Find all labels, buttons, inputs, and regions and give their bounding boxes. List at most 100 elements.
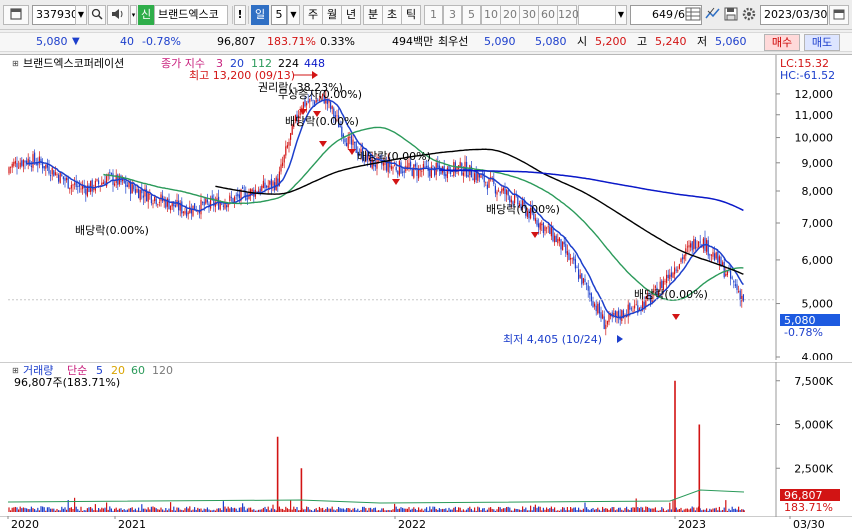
volume-bar <box>157 509 159 512</box>
candle-body <box>42 163 44 169</box>
calendar-button[interactable] <box>829 5 849 25</box>
stock-code-input[interactable]: 337930 <box>32 5 78 25</box>
data-fetch-button[interactable] <box>684 5 702 25</box>
volume-bar <box>46 507 48 512</box>
volume-bar <box>432 506 434 512</box>
volume-bar <box>290 500 292 512</box>
volume-bar <box>338 506 340 512</box>
volume-bar <box>546 507 548 512</box>
interval-dropdown[interactable]: ▼ <box>615 5 627 25</box>
interval-5-button[interactable]: 5 <box>462 5 481 25</box>
stock-name-field[interactable]: 브랜드엑스코 <box>154 5 228 25</box>
price-chart[interactable]: 4,000 5,000 6,000 7,000 8,000 9,000 10,000 11,0… <box>0 55 852 360</box>
period-monthly-button[interactable]: 월 <box>322 5 342 25</box>
volume-bar <box>246 508 248 512</box>
candle-body <box>467 175 469 177</box>
volume-bar <box>251 509 253 512</box>
price-tick-label: 9,000 <box>802 157 834 170</box>
trade-amount: 494백만 <box>392 35 434 48</box>
window-icon <box>10 8 22 20</box>
volume-bar <box>256 510 258 512</box>
price-tick-label: 7,000 <box>802 217 834 230</box>
period-weekly-button[interactable]: 주 <box>303 5 323 25</box>
buy-button[interactable]: 매수 <box>764 34 800 51</box>
sell-button[interactable]: 매도 <box>804 34 840 51</box>
settings-button[interactable] <box>740 5 758 25</box>
candle-body <box>629 303 631 310</box>
interval-1-button[interactable]: 1 <box>424 5 443 25</box>
interval-10-button[interactable]: 10 <box>481 5 501 25</box>
candle-body <box>715 252 717 259</box>
date-input[interactable]: 2023/03/30 <box>760 5 828 25</box>
volume-bar <box>357 508 359 512</box>
volume-bar <box>394 503 396 512</box>
volume-bar <box>414 508 416 512</box>
period-minute-button[interactable]: 분 <box>363 5 383 25</box>
candle-body <box>69 187 71 190</box>
volume-bar <box>622 510 624 512</box>
chart-area[interactable]: 4,000 5,000 6,000 7,000 8,000 9,000 10,000 11,0… <box>0 54 852 529</box>
interval-120-button[interactable]: 120 <box>557 5 579 25</box>
candle-body <box>221 203 223 205</box>
volume-bars <box>8 380 745 512</box>
candle-body <box>669 274 671 280</box>
search-button[interactable] <box>88 5 106 25</box>
candle-body <box>272 181 274 186</box>
candle-body <box>635 304 637 306</box>
candle-body <box>181 201 183 214</box>
code-dropdown[interactable]: ▼ <box>75 5 87 25</box>
period-yearly-button[interactable]: 년 <box>341 5 361 25</box>
candle-body <box>688 245 690 248</box>
candle-body <box>400 162 402 174</box>
volume-bar <box>533 506 535 512</box>
save-button[interactable] <box>722 5 740 25</box>
volume-bar <box>510 510 512 512</box>
interval-custom-input[interactable] <box>578 5 616 25</box>
candle-body <box>541 223 543 226</box>
candle-body <box>280 164 282 172</box>
candle-body <box>413 164 415 178</box>
app-menu-button[interactable] <box>3 5 29 25</box>
interval-60-button[interactable]: 60 <box>538 5 558 25</box>
candle-body <box>56 174 58 175</box>
period-number-input[interactable]: 5 <box>271 5 287 25</box>
volume-bar <box>630 507 632 512</box>
volume-bar <box>267 506 269 512</box>
candle-body <box>680 258 682 262</box>
candle-body <box>139 189 141 201</box>
interval-30-button[interactable]: 30 <box>519 5 539 25</box>
collapse-icon[interactable]: ⊞ <box>12 57 19 70</box>
volume-bar <box>642 507 644 512</box>
volume-chart[interactable]: 2,500K 5,000K 7,500K <box>0 362 852 517</box>
volume-bar <box>453 507 455 512</box>
volume-bar <box>410 509 412 512</box>
interval-3-button[interactable]: 3 <box>443 5 462 25</box>
volume-bar <box>59 510 61 512</box>
volume-bar <box>597 507 599 512</box>
sound-button[interactable] <box>107 5 129 25</box>
period-dropdown[interactable]: ▼ <box>287 5 300 25</box>
time-tick-label: 2023 <box>678 518 706 529</box>
volume-bar <box>203 508 205 512</box>
candle-body <box>403 170 405 173</box>
period-tick-button[interactable]: 틱 <box>401 5 421 25</box>
alert-button[interactable]: ! <box>234 5 246 25</box>
low-price: 5,060 <box>715 35 747 48</box>
volume-bar <box>720 510 722 512</box>
sound-dropdown[interactable]: ▾ <box>130 5 137 25</box>
period-second-button[interactable]: 초 <box>382 5 402 25</box>
chart-type-button[interactable] <box>704 5 722 25</box>
volume-bar <box>42 506 44 512</box>
volume-bar <box>422 510 424 512</box>
interval-20-button[interactable]: 20 <box>500 5 520 25</box>
volume-bar <box>523 509 525 512</box>
volume-bar <box>376 510 378 512</box>
volume-bar <box>637 507 639 512</box>
period-daily-button[interactable]: 일 <box>251 5 269 25</box>
candle-body <box>48 166 50 174</box>
candle-body <box>634 305 636 309</box>
volume-bar <box>325 508 327 512</box>
candle-body <box>578 269 580 280</box>
candle-body <box>32 154 34 168</box>
volume-bar <box>515 508 517 512</box>
